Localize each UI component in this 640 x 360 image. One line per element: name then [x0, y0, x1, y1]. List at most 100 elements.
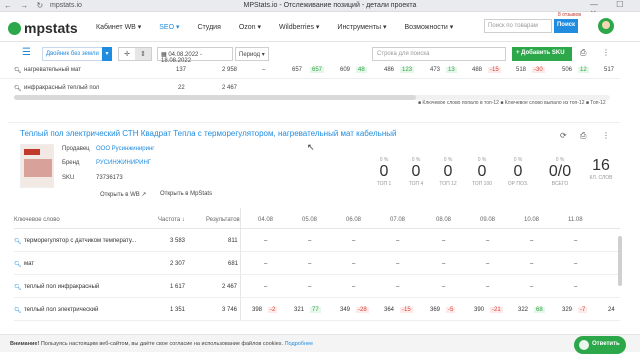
column-date[interactable]: 05.08: [302, 217, 317, 223]
freq-cell: 2 307: [170, 261, 186, 267]
nav-ozon[interactable]: Ozon ▾: [239, 24, 261, 31]
column-date[interactable]: 06.08: [346, 217, 361, 223]
nav-studio[interactable]: Студия: [197, 24, 220, 31]
vertical-scrollbar[interactable]: [618, 236, 622, 286]
change-badge: -30: [532, 67, 545, 73]
open-in-mpstats-link[interactable]: Открыть в MpStats: [160, 191, 212, 197]
stat-value: 0: [513, 163, 523, 180]
chevron-down-icon[interactable]: ▾: [102, 47, 112, 61]
sku-value: 73736173: [96, 175, 123, 181]
column-date[interactable]: 07.08: [390, 217, 405, 223]
column-date[interactable]: 11.08: [568, 217, 583, 223]
keyword-cell[interactable]: нагревательный мат: [24, 67, 81, 73]
expand-icon[interactable]: ✛: [119, 48, 135, 60]
header-search-button[interactable]: Поиск: [554, 19, 578, 33]
product-title[interactable]: Теплый пол электрический СТН Квадрат Теп…: [20, 129, 420, 138]
table-row: 🔍︎ инфракрасный теплый пол 22 2 467: [0, 84, 620, 94]
results-cell: 681: [228, 261, 239, 267]
search-icon[interactable]: 🔍︎: [14, 85, 22, 92]
change-badge: 68: [534, 307, 545, 313]
column-date[interactable]: 09.08: [480, 217, 495, 223]
search-icon[interactable]: 🔍︎: [14, 261, 22, 268]
list-icon[interactable]: ☰: [22, 47, 31, 58]
search-icon[interactable]: 🔍︎: [14, 238, 22, 245]
header-divider: [14, 228, 620, 229]
export-icon[interactable]: ⎙: [580, 131, 586, 141]
pos-cell: –: [352, 284, 356, 290]
search-icon[interactable]: 🔍︎: [14, 67, 22, 74]
period-select[interactable]: Период ▾: [235, 47, 269, 61]
pos-cell: 349: [340, 307, 351, 313]
pos-cell: –: [396, 284, 400, 290]
rating-badge[interactable]: 8 отзывов: [558, 12, 581, 18]
cookie-more-link[interactable]: Подробнее: [285, 341, 314, 347]
pos-cell: 488: [472, 67, 483, 73]
column-keyword[interactable]: Ключевое слово: [14, 217, 60, 223]
view-toggle[interactable]: ✛ ⇕: [118, 47, 152, 61]
export-icon[interactable]: ⎙: [580, 48, 586, 58]
chat-button[interactable]: Ответить: [574, 336, 626, 354]
pos-cell: –: [530, 284, 534, 290]
add-sku-button[interactable]: + Добавить SKU: [512, 47, 572, 61]
header-search-input[interactable]: Поиск по товарам: [484, 19, 552, 33]
pos-cell: 609: [340, 67, 351, 73]
browser-nav-buttons[interactable]: ← → ↻: [4, 1, 46, 10]
nav-features[interactable]: Возможности ▾: [404, 24, 453, 31]
keyword-cell[interactable]: теплый пол инфракрасный: [24, 284, 99, 290]
brand-link[interactable]: РУСИНЖИНИРИНГ: [96, 160, 151, 166]
pos-cell: –: [486, 284, 490, 290]
column-date[interactable]: 04.08: [258, 217, 273, 223]
address-bar[interactable]: mpstats.io: [50, 2, 82, 9]
nav-seo[interactable]: SEO ▾: [159, 24, 179, 31]
keyword-cell[interactable]: теплый пол электрический: [24, 307, 98, 313]
results-cell: 2 467: [222, 85, 238, 91]
keyword-search-input[interactable]: Строка для поиска: [372, 47, 506, 61]
more-icon[interactable]: ⋮: [602, 48, 610, 57]
sku-label: SKU: [62, 175, 75, 181]
table-row: 🔍︎ теплый пол электрический 1 351 3 746 …: [14, 299, 620, 321]
pos-cell: 518: [516, 67, 527, 73]
more-icon[interactable]: ⋮: [602, 131, 610, 140]
pos-cell: 390: [474, 307, 485, 313]
column-freq[interactable]: Частота ↓: [158, 217, 185, 223]
change-badge: -7: [578, 307, 588, 313]
toolbar: ☰ Двойник без земли ▾ ✛ ⇕ ▦ 04.08.2022 - …: [0, 43, 640, 65]
keyword-cell[interactable]: мат: [24, 261, 34, 267]
pos-cell: 364: [384, 307, 395, 313]
column-date[interactable]: 10.08: [524, 217, 539, 223]
column-date[interactable]: 08.08: [436, 217, 451, 223]
table-row: 🔍︎ мат 2 307 681 – – – – – – – –: [14, 253, 620, 275]
open-in-wb-link[interactable]: Открыть в WB ↗: [100, 191, 146, 198]
pos-cell: –: [574, 284, 578, 290]
nav-wildberries[interactable]: Wildberries ▾: [279, 24, 319, 31]
pos-cell: –: [264, 238, 268, 244]
pos-cell: –: [262, 67, 266, 73]
logo[interactable]: mpstats: [8, 20, 78, 36]
pos-cell: 657: [292, 67, 303, 73]
search-icon[interactable]: 🔍︎: [14, 307, 22, 314]
horizontal-scrollbar-thumb[interactable]: [14, 95, 416, 100]
refresh-icon[interactable]: ⟳: [560, 131, 567, 140]
search-icon[interactable]: 🔍︎: [14, 284, 22, 291]
freq-cell: 3 583: [170, 238, 186, 244]
window-title: MPStats.io - Отслеживание позиций - дета…: [243, 2, 417, 9]
stat-label: КЛ. СЛОВ: [589, 175, 613, 181]
date-range-value: 04.08.2022 - 18.08.2022: [161, 52, 203, 64]
pos-cell: –: [308, 284, 312, 290]
collapse-icon[interactable]: ⇕: [135, 48, 151, 60]
avatar[interactable]: [598, 18, 614, 34]
freq-cell: 1 351: [170, 307, 186, 313]
date-range-picker[interactable]: ▦ 04.08.2022 - 18.08.2022: [157, 47, 233, 64]
pos-cell: 369: [430, 307, 441, 313]
nav-tools[interactable]: Инструменты ▾: [337, 24, 386, 31]
table-row: 🔍︎ нагревательный мат 137 2 958 – 657 65…: [0, 66, 620, 79]
pos-cell: –: [486, 261, 490, 267]
pos-cell: –: [442, 238, 446, 244]
nav-cabinet-wb[interactable]: Кабинет WB ▾: [96, 24, 141, 31]
product-image[interactable]: [20, 144, 54, 188]
seller-link[interactable]: ООО Русинжиниринг: [96, 146, 155, 152]
keyword-cell[interactable]: терморегулятор с датчиком температу...: [24, 238, 136, 244]
keyword-cell[interactable]: инфракрасный теплый пол: [24, 85, 99, 91]
pos-cell: –: [264, 261, 268, 267]
column-results[interactable]: Результатов: [206, 217, 240, 223]
